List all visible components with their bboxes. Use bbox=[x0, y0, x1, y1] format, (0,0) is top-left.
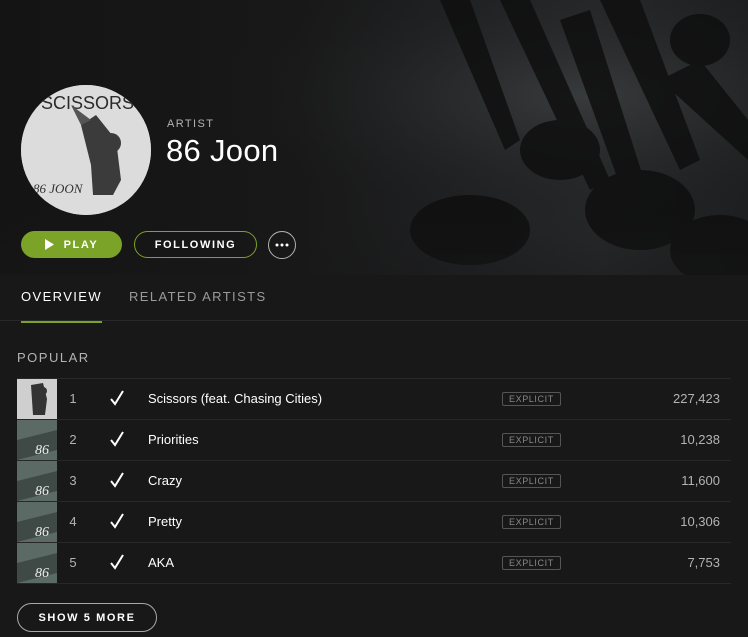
track-title[interactable]: Pretty bbox=[148, 514, 182, 529]
artist-type-label: ARTIST bbox=[167, 118, 215, 130]
saved-check-icon[interactable] bbox=[109, 553, 125, 571]
explicit-badge: EXPLICIT bbox=[502, 433, 561, 447]
track-rank: 1 bbox=[69, 391, 77, 406]
track-title[interactable]: Priorities bbox=[148, 432, 199, 447]
artist-avatar: SCISSORS 86 JOON bbox=[21, 85, 151, 215]
play-icon bbox=[44, 239, 54, 250]
tab-overview[interactable]: OVERVIEW bbox=[21, 289, 103, 323]
track-rank: 3 bbox=[69, 473, 77, 488]
explicit-badge: EXPLICIT bbox=[502, 392, 561, 406]
track-row[interactable]: 86 3 Crazy EXPLICIT 11,600 bbox=[17, 460, 731, 501]
popular-section-title: POPULAR bbox=[17, 350, 90, 365]
track-row[interactable]: 86 5 AKA EXPLICIT 7,753 bbox=[17, 542, 731, 584]
explicit-badge: EXPLICIT bbox=[502, 474, 561, 488]
track-row[interactable]: 86 4 Pretty EXPLICIT 10,306 bbox=[17, 501, 731, 542]
artist-header: SCISSORS 86 JOON ARTIST 86 Joon PLAY FOL… bbox=[0, 0, 748, 275]
explicit-badge: EXPLICIT bbox=[502, 515, 561, 529]
play-button[interactable]: PLAY bbox=[21, 231, 122, 258]
svg-text:86: 86 bbox=[35, 484, 49, 499]
saved-check-icon[interactable] bbox=[109, 512, 125, 530]
artist-tabs: OVERVIEW RELATED ARTISTS bbox=[0, 275, 748, 323]
artist-photo: SCISSORS 86 JOON bbox=[21, 85, 151, 215]
track-rank: 4 bbox=[69, 514, 77, 529]
track-thumbnail: 86 bbox=[17, 461, 57, 501]
track-plays: 11,600 bbox=[681, 473, 720, 488]
more-options-button[interactable] bbox=[268, 231, 296, 259]
track-row[interactable]: 1 Scissors (feat. Chasing Cities) EXPLIC… bbox=[17, 378, 731, 419]
track-plays: 10,238 bbox=[680, 432, 720, 447]
track-thumbnail bbox=[17, 379, 57, 419]
track-plays: 10,306 bbox=[680, 514, 720, 529]
track-thumbnail: 86 bbox=[17, 502, 57, 542]
saved-check-icon[interactable] bbox=[109, 430, 125, 448]
track-row[interactable]: 86 2 Priorities EXPLICIT 10,238 bbox=[17, 419, 731, 460]
explicit-badge: EXPLICIT bbox=[502, 556, 561, 570]
avatar-text: SCISSORS bbox=[41, 93, 134, 113]
popular-track-list: 1 Scissors (feat. Chasing Cities) EXPLIC… bbox=[17, 378, 731, 584]
artist-name: 86 Joon bbox=[166, 133, 279, 168]
track-rank: 5 bbox=[69, 555, 77, 570]
ellipsis-icon bbox=[275, 243, 289, 247]
show-more-button[interactable]: SHOW 5 MORE bbox=[17, 603, 157, 632]
saved-check-icon[interactable] bbox=[109, 471, 125, 489]
track-thumbnail: 86 bbox=[17, 420, 57, 460]
track-thumbnail: 86 bbox=[17, 543, 57, 583]
show-more-label: SHOW 5 MORE bbox=[38, 611, 136, 624]
svg-text:86: 86 bbox=[35, 525, 49, 540]
play-button-label: PLAY bbox=[63, 238, 99, 251]
track-title[interactable]: AKA bbox=[148, 555, 174, 570]
track-plays: 7,753 bbox=[687, 555, 720, 570]
tab-related-artists[interactable]: RELATED ARTISTS bbox=[129, 289, 267, 321]
avatar-caption: 86 JOON bbox=[33, 181, 84, 196]
track-rank: 2 bbox=[69, 432, 77, 447]
svg-text:86: 86 bbox=[35, 443, 49, 458]
follow-button[interactable]: FOLLOWING bbox=[134, 231, 257, 258]
track-title[interactable]: Scissors (feat. Chasing Cities) bbox=[148, 391, 322, 406]
svg-text:86: 86 bbox=[35, 566, 49, 581]
saved-check-icon[interactable] bbox=[109, 389, 125, 407]
follow-button-label: FOLLOWING bbox=[154, 238, 237, 251]
track-plays: 227,423 bbox=[673, 391, 720, 406]
track-title[interactable]: Crazy bbox=[148, 473, 182, 488]
